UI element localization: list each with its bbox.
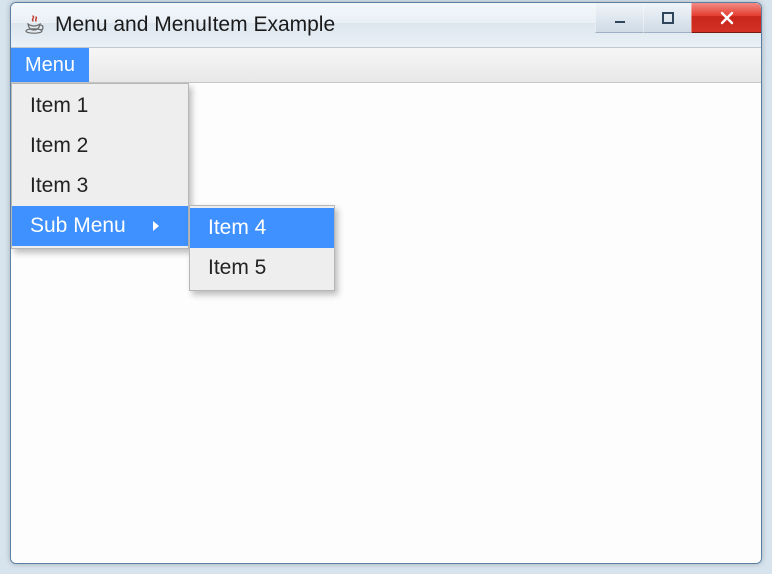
menu-item-3[interactable]: Item 3 [12, 166, 188, 206]
menu-item-label: Item 2 [30, 126, 88, 166]
menubar: Menu [11, 48, 761, 83]
menu-item-label: Item 5 [208, 248, 266, 288]
close-button[interactable] [691, 3, 761, 33]
titlebar[interactable]: Menu and MenuItem Example [11, 3, 761, 48]
submenu-item-4[interactable]: Item 4 [190, 208, 334, 248]
minimize-button[interactable] [595, 3, 643, 33]
maximize-icon [661, 11, 675, 25]
submenu-item-5[interactable]: Item 5 [190, 248, 334, 288]
java-icon [23, 14, 45, 36]
menu-item-label: Item 1 [30, 86, 88, 126]
minimize-icon [613, 11, 627, 25]
main-menu-popup: Item 1 Item 2 Item 3 Sub Menu [11, 83, 189, 249]
menu-item-label: Item 4 [208, 208, 266, 248]
window-title: Menu and MenuItem Example [55, 13, 335, 37]
sub-menu-popup: Item 4 Item 5 [189, 205, 335, 291]
submenu-item[interactable]: Sub Menu [12, 206, 188, 246]
application-window: Menu and MenuItem Example Menu [10, 2, 762, 564]
menu-item-2[interactable]: Item 2 [12, 126, 188, 166]
close-icon [719, 10, 735, 26]
maximize-button[interactable] [643, 3, 691, 33]
menu-item-label: Item 3 [30, 166, 88, 206]
menu-item-label: Sub Menu [30, 206, 126, 246]
menu-item-1[interactable]: Item 1 [12, 86, 188, 126]
content-area: Item 1 Item 2 Item 3 Sub Menu Item 4 Ite… [11, 83, 761, 564]
submenu-arrow-icon [152, 220, 160, 232]
menu-button[interactable]: Menu [11, 48, 89, 82]
window-controls [595, 3, 761, 33]
